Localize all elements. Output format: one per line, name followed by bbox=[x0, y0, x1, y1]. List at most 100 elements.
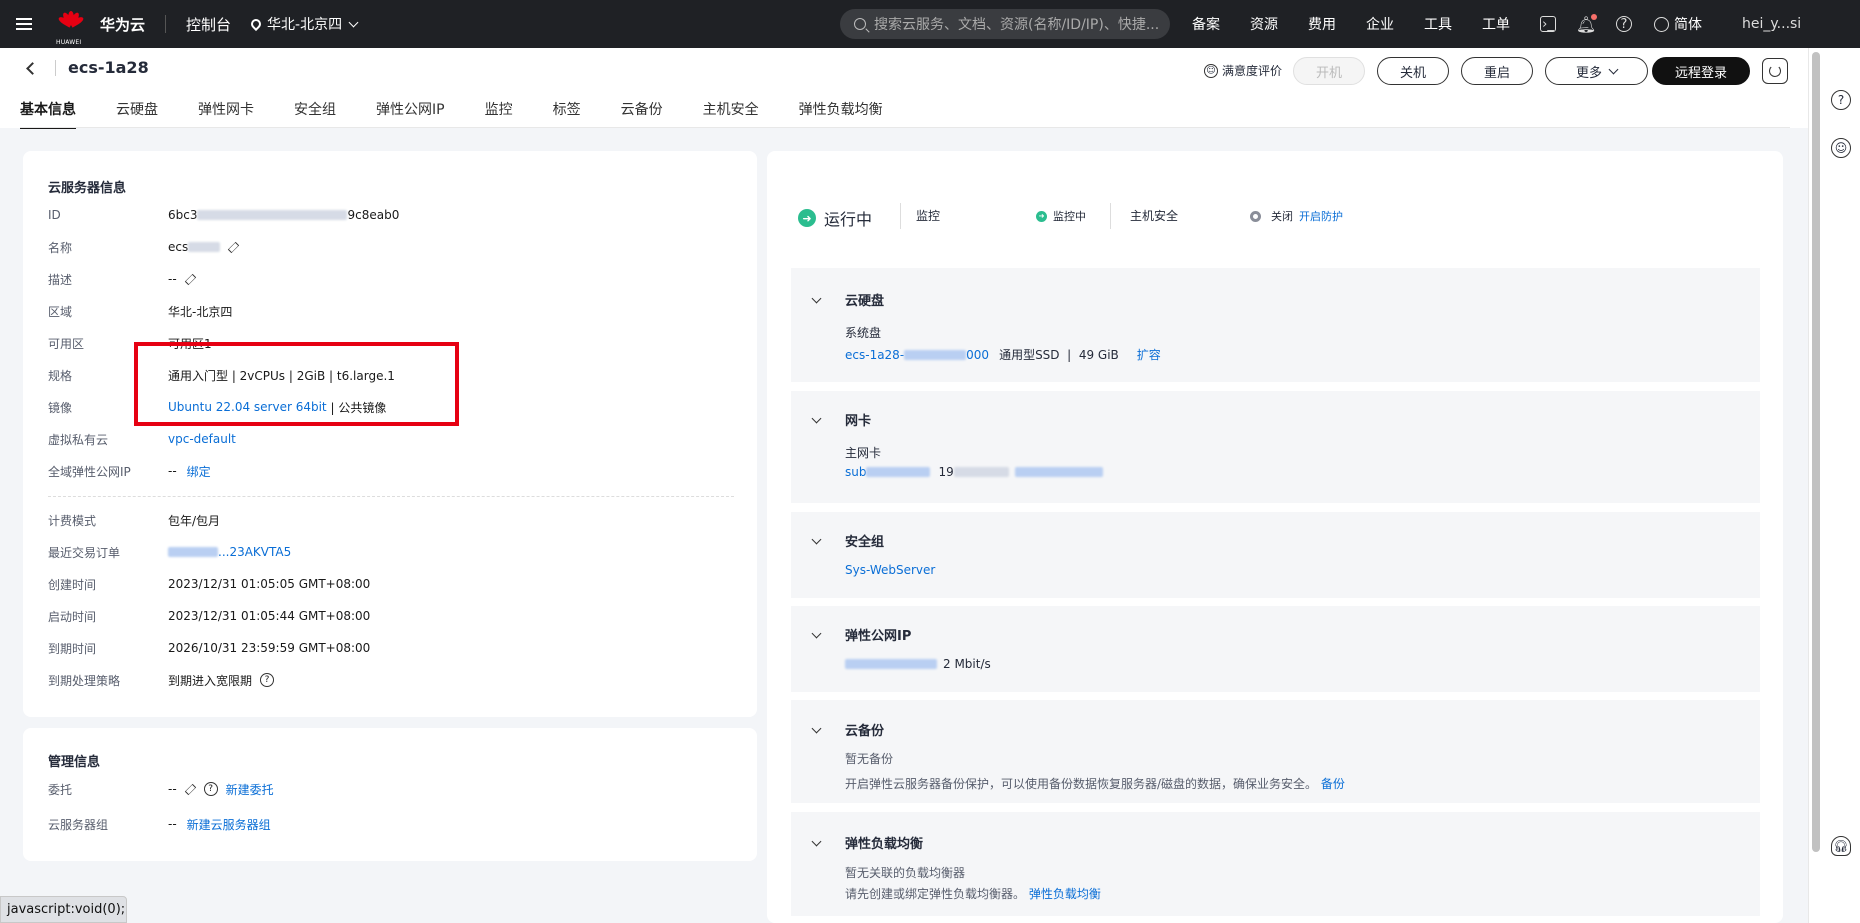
nav-billing[interactable]: 费用 bbox=[1308, 14, 1336, 34]
row-name: 名称 ecs bbox=[48, 237, 240, 257]
nav-tickets[interactable]: 工单 bbox=[1482, 14, 1510, 34]
huawei-cloud-logo[interactable]: HUAWEI 华为云 bbox=[56, 11, 146, 46]
tab-monitor[interactable]: 监控 bbox=[485, 99, 513, 129]
backup-desc: 开启弹性云服务器备份保护，可以使用备份数据恢复服务器/磁盘的数据，确保业务安全。 bbox=[845, 777, 1318, 791]
remote-login-button[interactable]: 远程登录 bbox=[1652, 57, 1750, 85]
started-label: 启动时间 bbox=[48, 609, 97, 624]
chevron-down-icon[interactable] bbox=[811, 723, 822, 734]
row-id: ID 6bc3 9c8eab0 bbox=[48, 205, 399, 225]
new-agency-link[interactable]: 新建委托 bbox=[226, 781, 274, 798]
tab-hss[interactable]: 主机安全 bbox=[703, 99, 759, 129]
disk-type: 通用型SSD | 49 GiB bbox=[999, 348, 1119, 362]
running-state: 运行中 bbox=[824, 210, 873, 229]
tab-tags[interactable]: 标签 bbox=[553, 99, 581, 129]
chevron-down-icon[interactable] bbox=[811, 293, 822, 304]
monitor-label: 监控 bbox=[916, 209, 941, 223]
new-server-group-link[interactable]: 新建云服务器组 bbox=[187, 816, 271, 833]
headset-icon[interactable]: 🎧︎ bbox=[1831, 836, 1851, 856]
elb-card: 弹性负载均衡 暂无关联的负载均衡器 请先创建或绑定弹性负载均衡器。 弹性负载均衡 bbox=[791, 812, 1760, 916]
backup-card: 云备份 暂无备份 开启弹性云服务器备份保护，可以使用备份数据恢复服务器/磁盘的数… bbox=[791, 700, 1760, 803]
more-button[interactable]: 更多 bbox=[1545, 57, 1648, 85]
subnet-link[interactable]: sub bbox=[845, 465, 866, 479]
edit-agency-icon[interactable] bbox=[184, 783, 196, 795]
top-nav: 备案 资源 费用 企业 工具 工单 ›_ 🔔︎ ? 简体 hei_y...si bbox=[1192, 0, 1801, 48]
enable-protection-link[interactable]: 开启防护 bbox=[1299, 208, 1343, 224]
terminal-icon[interactable]: ›_ bbox=[1540, 16, 1556, 32]
disk-link-suffix[interactable]: 000 bbox=[966, 348, 989, 362]
search-icon bbox=[854, 18, 866, 30]
disk-link-prefix[interactable]: ecs-1a28- bbox=[845, 348, 904, 362]
rating-link[interactable]: ☺ 满意度评价 bbox=[1204, 62, 1282, 79]
highlight-box bbox=[134, 342, 459, 426]
tab-elb[interactable]: 弹性负载均衡 bbox=[799, 99, 883, 129]
nic-ip-prefix: 19 bbox=[938, 465, 954, 479]
server-group-value: -- bbox=[168, 817, 177, 831]
global-search-input[interactable]: 搜索云服务、文档、资源(名称/ID/IP)、快捷... bbox=[840, 9, 1170, 39]
question-icon[interactable]: ? bbox=[260, 673, 275, 687]
chevron-down-icon[interactable] bbox=[811, 534, 822, 545]
id-prefix: 6bc3 bbox=[168, 208, 198, 222]
chevron-down-icon[interactable] bbox=[811, 413, 822, 424]
disk-title: 云硬盘 bbox=[845, 294, 885, 309]
row-order: 最近交易订单 ...23AKVTA5 bbox=[48, 542, 291, 562]
eip-title: 弹性公网IP bbox=[845, 629, 912, 644]
restart-button[interactable]: 重启 bbox=[1461, 57, 1533, 85]
nav-beian[interactable]: 备案 bbox=[1192, 14, 1220, 34]
bind-link[interactable]: 绑定 bbox=[187, 463, 211, 480]
brand-name: 华为云 bbox=[100, 15, 146, 34]
scrollbar[interactable] bbox=[1812, 52, 1820, 852]
page-title: ecs-1a28 bbox=[68, 58, 149, 77]
tab-basic-info[interactable]: 基本信息 bbox=[20, 99, 76, 129]
globe-icon bbox=[1654, 16, 1669, 32]
tab-security-group[interactable]: 安全组 bbox=[294, 99, 336, 129]
chevron-down-icon[interactable] bbox=[811, 836, 822, 847]
no-elb-text: 暂无关联的负载均衡器 bbox=[845, 866, 966, 880]
row-billing: 计费模式 包年/包月 bbox=[48, 510, 220, 530]
id-label: ID bbox=[48, 208, 61, 222]
search-placeholder: 搜索云服务、文档、资源(名称/ID/IP)、快捷... bbox=[874, 17, 1160, 33]
account-name[interactable]: hei_y...si bbox=[1742, 16, 1801, 32]
security-group-card: 安全组 Sys-WebServer bbox=[791, 512, 1760, 598]
agency-label: 委托 bbox=[48, 782, 73, 797]
console-link[interactable]: 控制台 bbox=[186, 14, 231, 35]
edit-name-icon[interactable] bbox=[228, 241, 240, 253]
region-label: 华北-北京四 bbox=[267, 17, 343, 33]
vpc-link[interactable]: vpc-default bbox=[168, 432, 236, 446]
edit-desc-icon[interactable] bbox=[184, 273, 196, 285]
elb-link[interactable]: 弹性负载均衡 bbox=[1029, 887, 1101, 901]
server-info-title: 云服务器信息 bbox=[48, 181, 127, 196]
power-off-button[interactable]: 关机 bbox=[1377, 57, 1449, 85]
help-icon[interactable]: ? bbox=[1616, 16, 1632, 32]
smiley-icon: ☺ bbox=[1204, 63, 1218, 78]
refresh-button[interactable] bbox=[1762, 58, 1788, 84]
chevron-down-icon[interactable] bbox=[811, 628, 822, 639]
security-group-link[interactable]: Sys-WebServer bbox=[845, 563, 935, 577]
eip-card: 弹性公网IP 2 Mbit/s bbox=[791, 606, 1760, 692]
tab-cbr[interactable]: 云备份 bbox=[621, 99, 663, 129]
tab-eip[interactable]: 弹性公网IP bbox=[376, 99, 445, 129]
question-icon[interactable]: ? bbox=[203, 782, 218, 796]
billing-value: 包年/包月 bbox=[168, 513, 221, 528]
bell-icon[interactable]: 🔔︎ bbox=[1576, 14, 1597, 34]
top-bar: HUAWEI 华为云 控制台 华北-北京四 搜索云服务、文档、资源(名称/ID/… bbox=[0, 0, 1860, 48]
policy-label: 到期处理策略 bbox=[48, 673, 121, 688]
power-on-button[interactable]: 开机 bbox=[1293, 57, 1365, 85]
expand-link[interactable]: 扩容 bbox=[1137, 346, 1161, 363]
tab-evs[interactable]: 云硬盘 bbox=[116, 99, 158, 129]
nav-resources[interactable]: 资源 bbox=[1250, 14, 1278, 34]
disk-card: 云硬盘 系统盘 ecs-1a28- 000 通用型SSD | 49 GiB 扩容 bbox=[791, 268, 1760, 382]
more-label: 更多 bbox=[1575, 65, 1602, 81]
order-link[interactable]: ...23AKVTA5 bbox=[218, 545, 291, 559]
language-selector[interactable]: 简体 bbox=[1654, 14, 1702, 34]
help-float-icon[interactable]: ? bbox=[1831, 90, 1851, 110]
nav-enterprise[interactable]: 企业 bbox=[1366, 14, 1394, 34]
refresh-icon bbox=[1769, 65, 1781, 77]
tab-eni[interactable]: 弹性网卡 bbox=[198, 99, 254, 129]
region-selector[interactable]: 华北-北京四 bbox=[248, 14, 359, 34]
location-pin-icon bbox=[248, 16, 264, 32]
backup-link[interactable]: 备份 bbox=[1321, 777, 1345, 791]
nav-tools[interactable]: 工具 bbox=[1424, 14, 1452, 34]
menu-button[interactable] bbox=[0, 0, 48, 48]
feedback-smiley-icon[interactable]: ☺ bbox=[1831, 138, 1851, 158]
system-disk-label: 系统盘 bbox=[845, 326, 882, 340]
